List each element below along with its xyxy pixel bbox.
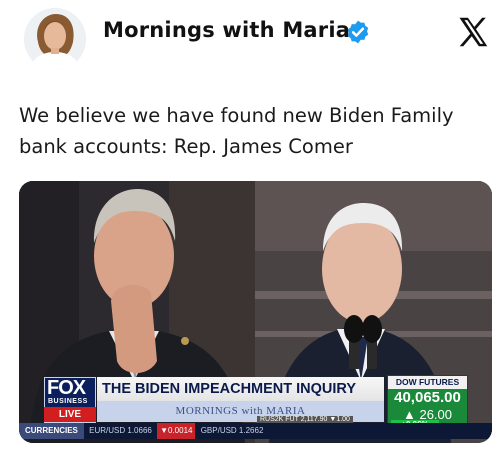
ticker-category: CURRENCIES <box>19 423 84 439</box>
network-logo-text: FOX <box>47 377 86 399</box>
ticker-gbpusd: GBP/USD 1.2662 <box>200 426 264 435</box>
futures-title: DOW FUTURES <box>388 376 467 389</box>
verified-badge-icon <box>347 20 369 44</box>
network-sub-text: BUSINESS <box>48 398 88 405</box>
ticker-eur-change: ▼0.0014 <box>157 423 196 439</box>
avatar[interactable] <box>24 8 86 70</box>
market-ticker: CURRENCIES EUR/USD 1.0666 ▼0.0014 GBP/US… <box>19 423 492 439</box>
ticker-eurusd: EUR/USD 1.0666 <box>89 426 152 435</box>
news-chyron: FOX BUSINESS LIVE THE BIDEN IMPEACHMENT … <box>19 372 492 443</box>
live-badge: LIVE <box>44 407 96 422</box>
post-header: Mornings with Maria <box>0 0 500 90</box>
post-card: Mornings with Maria We believe we have f… <box>0 0 500 457</box>
x-logo-icon[interactable] <box>455 14 491 50</box>
chyron-headline: THE BIDEN IMPEACHMENT INQUIRY <box>97 377 384 401</box>
post-text: We believe we have found new Biden Famil… <box>19 104 454 158</box>
display-name[interactable]: Mornings with Maria <box>103 18 350 42</box>
futures-value: 40,065.00 <box>394 389 461 406</box>
post-media-image[interactable]: FOX BUSINESS LIVE THE BIDEN IMPEACHMENT … <box>19 181 492 443</box>
profile-photo-icon <box>24 8 86 70</box>
